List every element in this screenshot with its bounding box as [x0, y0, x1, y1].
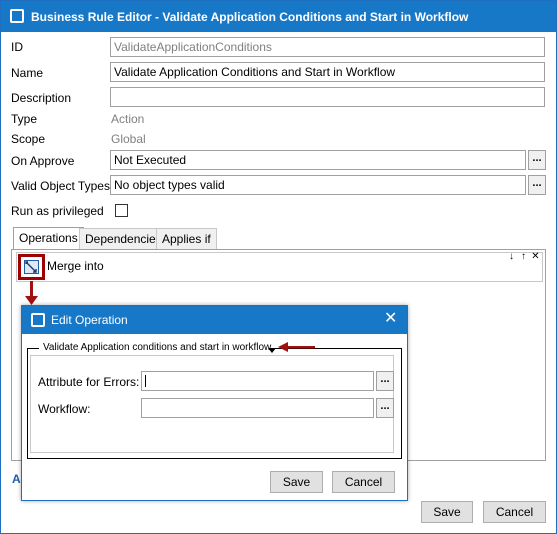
operation-group-title: Validate Application conditions and star… [39, 342, 276, 353]
cancel-button[interactable]: Cancel [483, 501, 546, 523]
operation-edit-button[interactable] [18, 254, 45, 280]
merge-operation-icon [24, 260, 39, 274]
operation-label: Merge into [47, 259, 104, 273]
dialog-title-bar: Edit Operation ✕ [22, 306, 407, 334]
workflow-browse-button[interactable]: ... [376, 398, 394, 418]
name-label: Name [11, 66, 44, 80]
attribute-for-errors-field[interactable] [141, 371, 374, 391]
description-field[interactable] [110, 87, 545, 107]
valid-object-types-browse-button[interactable]: ... [528, 175, 546, 195]
save-button[interactable]: Save [421, 501, 473, 523]
annotation-arrow-down-icon [25, 296, 38, 305]
on-approve-label: On Approve [11, 154, 75, 168]
tab-applies-if[interactable]: Applies if [156, 228, 217, 249]
id-label: ID [11, 40, 23, 54]
scope-value: Global [111, 132, 146, 146]
dialog-title: Edit Operation [51, 313, 128, 327]
dialog-save-button[interactable]: Save [270, 471, 323, 493]
valid-object-types-label: Valid Object Types [11, 179, 110, 193]
on-approve-browse-button[interactable]: ... [528, 150, 546, 170]
scope-label: Scope [11, 132, 46, 146]
remove-operation-icon[interactable]: ✕ [530, 251, 541, 263]
tab-dependencies[interactable]: Dependencies [79, 228, 168, 249]
description-label: Description [11, 91, 72, 105]
tab-operations[interactable]: Operations [13, 227, 84, 250]
dialog-cancel-button[interactable]: Cancel [332, 471, 395, 493]
attribute-for-errors-browse-button[interactable]: ... [376, 371, 394, 391]
group-collapse-icon[interactable] [268, 348, 276, 353]
dialog-window-icon [31, 313, 45, 327]
name-field[interactable]: Validate Application Conditions and Star… [110, 62, 545, 82]
run-privileged-label: Run as privileged [11, 204, 104, 218]
window-title: Business Rule Editor - Validate Applicat… [31, 10, 469, 24]
id-field[interactable]: ValidateApplicationConditions [110, 37, 545, 57]
on-approve-field[interactable]: Not Executed [110, 150, 526, 170]
move-up-icon[interactable]: ↑ [518, 251, 529, 263]
edit-operation-dialog: Edit Operation ✕ Validate Application co… [21, 305, 408, 501]
workflow-label: Workflow: [38, 402, 91, 416]
workflow-field[interactable] [141, 398, 374, 418]
text-cursor [145, 375, 146, 387]
move-down-icon[interactable]: ↓ [506, 251, 517, 263]
type-label: Type [11, 112, 38, 126]
annotation-arrow-left-icon [278, 342, 315, 352]
window-icon [10, 9, 24, 23]
type-value: Action [111, 112, 145, 126]
run-privileged-checkbox[interactable] [115, 204, 128, 217]
title-bar: Business Rule Editor - Validate Applicat… [1, 1, 556, 32]
valid-object-types-field[interactable]: No object types valid [110, 175, 526, 195]
attribute-for-errors-label: Attribute for Errors: [38, 375, 140, 389]
dialog-close-icon[interactable]: ✕ [384, 310, 397, 328]
